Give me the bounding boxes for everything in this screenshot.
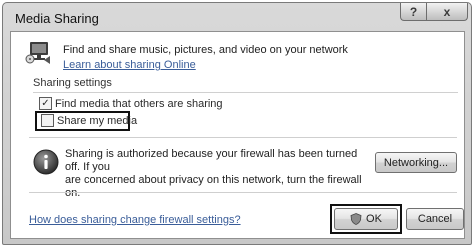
dialog-content: Find and share music, pictures, and vide… bbox=[10, 31, 465, 239]
sharing-settings-label: Sharing settings bbox=[33, 77, 112, 89]
window-title: Media Sharing bbox=[15, 11, 99, 26]
help-button[interactable]: ? bbox=[400, 3, 426, 21]
checkmark-icon: ✓ bbox=[41, 97, 50, 109]
help-icon: ? bbox=[409, 4, 418, 19]
close-icon: x bbox=[443, 4, 451, 19]
divider bbox=[29, 137, 457, 138]
info-icon bbox=[33, 149, 59, 175]
close-button[interactable]: x bbox=[426, 3, 468, 21]
title-bar[interactable]: Media Sharing ? x bbox=[3, 3, 471, 31]
firewall-settings-link[interactable]: How does sharing change firewall setting… bbox=[29, 214, 241, 226]
ok-button[interactable]: OK bbox=[334, 208, 398, 230]
header-description: Find and share music, pictures, and vide… bbox=[63, 44, 348, 56]
share-media-label: Share my media bbox=[57, 114, 138, 127]
share-media-option[interactable]: Share my media bbox=[41, 114, 137, 127]
find-media-checkbox[interactable]: ✓ bbox=[39, 97, 52, 110]
firewall-info-line2: are concerned about privacy on this netw… bbox=[65, 174, 362, 199]
shield-icon bbox=[350, 213, 362, 225]
find-media-label: Find media that others are sharing bbox=[55, 97, 223, 110]
media-sharing-dialog: Media Sharing ? x Find and share music, … bbox=[2, 2, 472, 245]
caption-buttons: ? x bbox=[400, 3, 468, 21]
find-media-option[interactable]: ✓ Find media that others are sharing bbox=[39, 97, 223, 110]
networking-button-label: Networking... bbox=[383, 156, 449, 169]
learn-about-sharing-link[interactable]: Learn about sharing Online bbox=[63, 59, 196, 71]
cancel-button-label: Cancel bbox=[417, 213, 453, 225]
ok-button-label: OK bbox=[366, 213, 382, 225]
media-sharing-icon bbox=[25, 42, 50, 64]
cancel-button[interactable]: Cancel bbox=[406, 208, 464, 230]
share-media-checkbox[interactable] bbox=[41, 114, 54, 127]
group-divider bbox=[33, 92, 458, 93]
networking-button[interactable]: Networking... bbox=[375, 152, 457, 173]
firewall-info-line1: Sharing is authorized because your firew… bbox=[65, 148, 358, 173]
divider bbox=[29, 192, 457, 193]
